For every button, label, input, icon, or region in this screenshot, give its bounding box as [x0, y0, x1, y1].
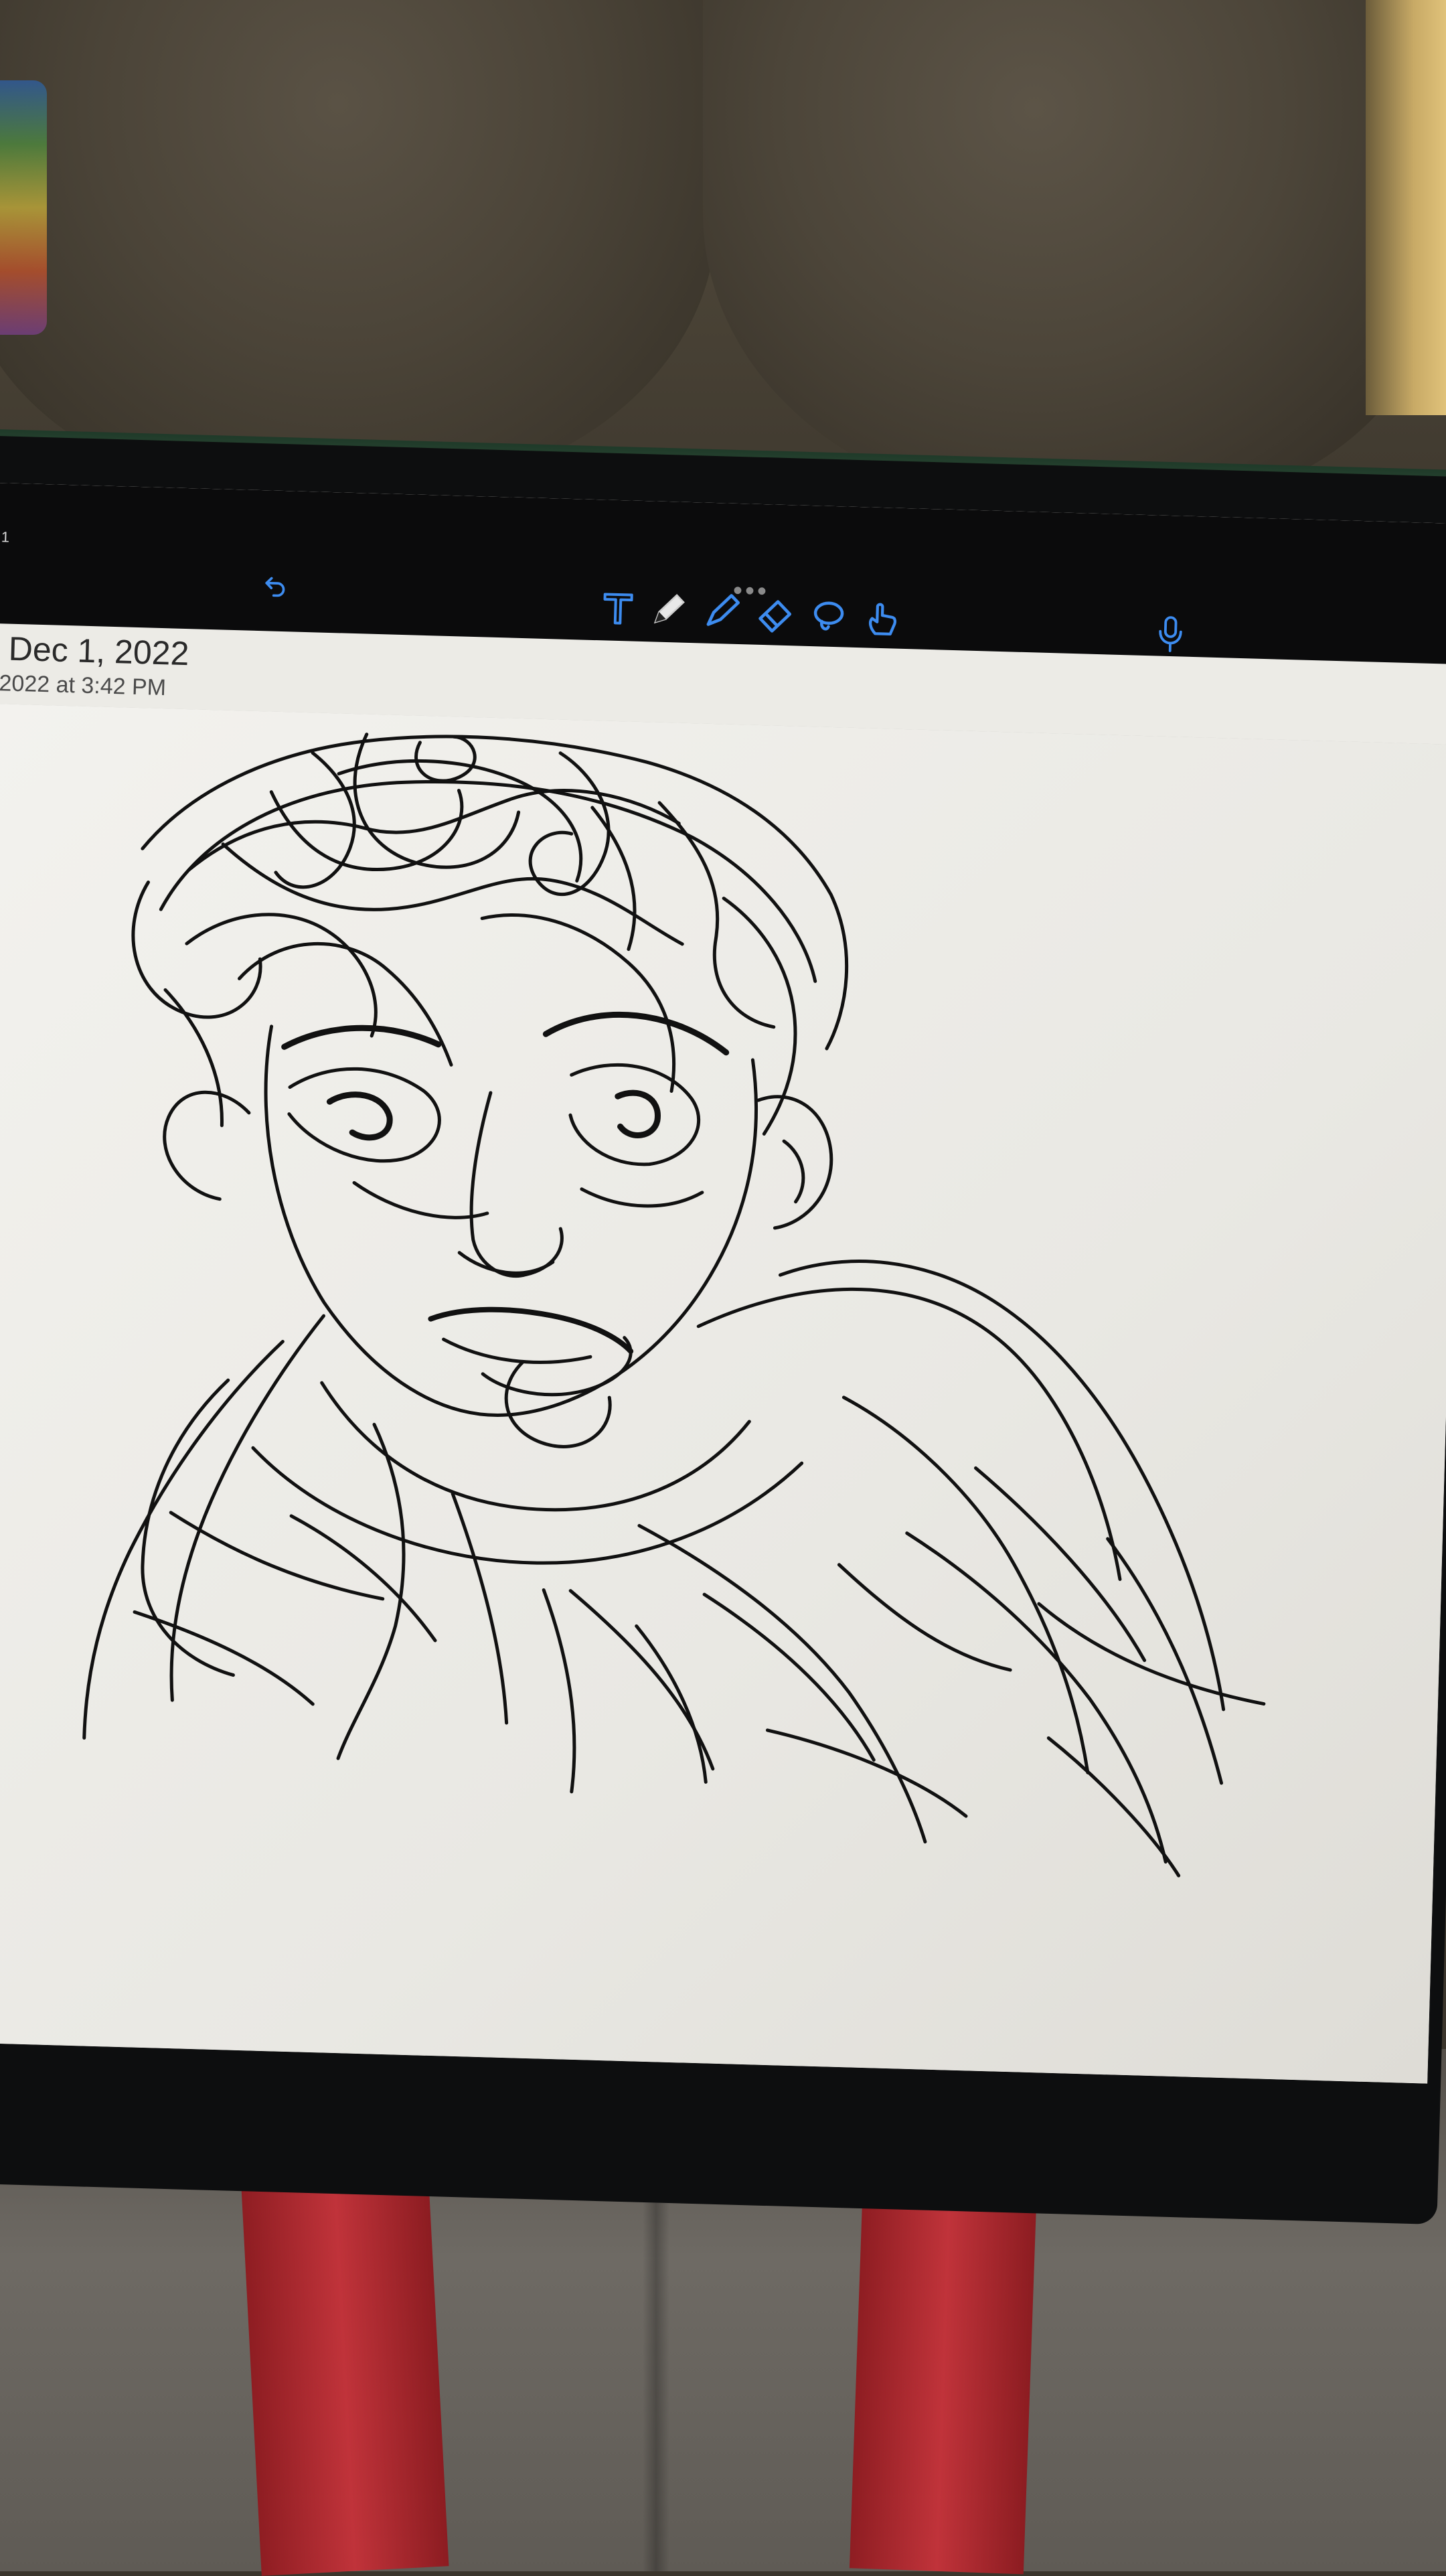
- highlighter-tool-button[interactable]: [701, 588, 744, 633]
- sketch-body: [82, 1260, 1266, 1878]
- sketch-face: [163, 1011, 833, 1448]
- note-date: , 2022 at 3:42 PM: [0, 670, 167, 701]
- highlighter-icon: [706, 594, 740, 626]
- touch-draw-button[interactable]: [862, 597, 903, 640]
- undo-button[interactable]: [260, 571, 290, 601]
- wall-edge: [1366, 0, 1446, 415]
- undo-icon: [265, 577, 285, 597]
- hand-pointer-icon: [868, 603, 897, 635]
- status-indicator: 1: [1, 528, 10, 546]
- photo-scene: 1 ••• e Dec 1, 2022 , 2022 at 3:42 PM: [0, 0, 1446, 2576]
- portrait-sketch: [82, 733, 1266, 1878]
- pen-tool-button[interactable]: [648, 585, 691, 633]
- text-tool-button[interactable]: [597, 587, 639, 629]
- dictation-button[interactable]: [1155, 614, 1187, 654]
- drawing-canvas[interactable]: [0, 703, 1446, 2084]
- tablet-device: 1 ••• e Dec 1, 2022 , 2022 at 3:42 PM: [0, 435, 1446, 2225]
- colorful-fabric: [0, 80, 47, 335]
- text-tool-icon: [603, 593, 633, 625]
- sketch-hair: [131, 733, 849, 1136]
- note-title[interactable]: e Dec 1, 2022: [0, 628, 189, 673]
- pen-icon: [653, 593, 685, 624]
- tablet-screen: 1 ••• e Dec 1, 2022 , 2022 at 3:42 PM: [0, 483, 1446, 2084]
- microphone-icon: [1159, 616, 1182, 652]
- lasso-icon: [813, 601, 844, 631]
- eraser-icon: [758, 600, 792, 633]
- eraser-tool-button[interactable]: [754, 593, 797, 635]
- lasso-tool-button[interactable]: [808, 596, 850, 637]
